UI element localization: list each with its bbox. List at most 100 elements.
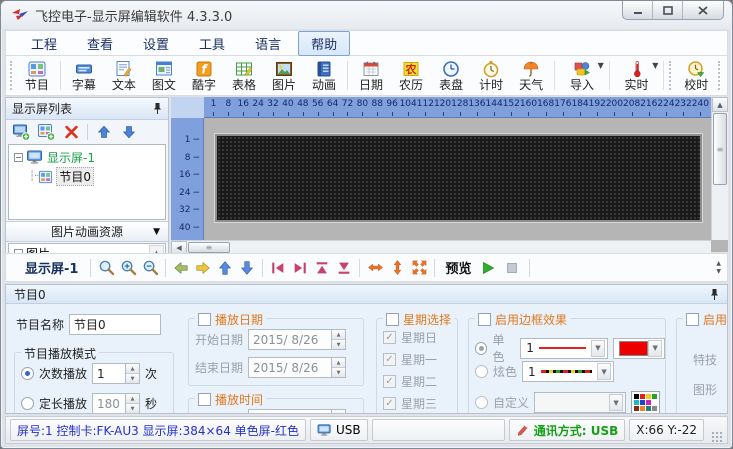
arr-right-button[interactable] [192,257,214,279]
menu-item-6[interactable]: 帮助 [298,31,350,56]
arr-down-button[interactable] [236,257,258,279]
start-time-input[interactable]: 0:00:00 [248,409,332,414]
delete-button[interactable] [60,121,82,143]
border-effect-checkbox[interactable] [478,313,491,326]
border-color-combo[interactable]: ▼ [613,338,665,359]
menu-item-3[interactable]: 设置 [130,31,182,56]
preview-label: 预览 [445,258,471,277]
add-program-button[interactable] [35,121,57,143]
play-button[interactable] [477,257,499,279]
week-day-checkbox[interactable]: ✓ [383,353,396,366]
align-left-button[interactable] [267,257,289,279]
zoom-out-button[interactable] [139,257,161,279]
toolbar-button-lunar[interactable]: 农农历 [391,57,431,94]
toolbar-button-text[interactable]: 文本 [104,57,144,94]
align-top-button[interactable] [311,257,333,279]
resources-header[interactable]: 图片动画资源 ▼ [6,221,168,242]
single-color-combo[interactable]: 1▼ [520,338,608,359]
scroll-up-icon[interactable]: ▲ [712,97,728,112]
chevron-down-icon[interactable]: ▼ [652,61,658,70]
colorful-combo[interactable]: 1▼ [522,361,614,382]
toolbar-button-timer[interactable]: 计时 [471,57,511,94]
menu-item-1[interactable]: 工程 [18,31,70,56]
title-bar[interactable]: 飞控电子-显示屏编辑软件 4.3.3.0 [1,1,732,29]
vertical-ruler: 1−8−16−24−32−40− [171,118,204,240]
count-input[interactable]: 1 [92,363,126,384]
end-date-input[interactable]: 2015/ 8/26 [248,357,332,378]
pin-icon[interactable] [710,288,719,301]
arr-up-button[interactable] [214,257,236,279]
toolbar-button-animation[interactable]: 动画 [304,57,344,94]
display-canvas[interactable] [204,118,711,240]
menu-item-2[interactable]: 查看 [74,31,126,56]
count-play-label: 次数播放 [39,365,87,382]
led-display-preview[interactable] [215,134,702,222]
week-day-checkbox[interactable]: ✓ [383,375,396,388]
maximize-button[interactable] [653,1,683,19]
zoom-fit-button[interactable] [95,257,117,279]
play-date-checkbox[interactable] [198,313,211,326]
horizontal-scrollbar[interactable]: ◀ ≡ [171,240,711,254]
move-down-button[interactable] [118,121,140,143]
fixed-spinner[interactable]: ▲▼ [126,393,140,414]
border-effect-title: 启用边框效果 [495,311,567,328]
toolbar-button-realtime[interactable]: 实时▼ [613,57,661,94]
week-select-checkbox[interactable] [386,313,399,326]
horizontal-scroll-thumb[interactable]: ≡ [188,242,230,253]
toolbar-button-date[interactable]: 日期 [351,57,391,94]
play-mode-title: 节目播放模式 [21,345,99,362]
tree-item-screen[interactable]: − 显示屏-1 [11,148,163,167]
lunar-icon: 农 [402,60,420,78]
color-palette-button[interactable] [631,391,660,414]
corner-checkbox[interactable] [686,313,699,326]
st-v-button[interactable] [386,257,408,279]
zoom-in-button[interactable] [117,257,139,279]
program-name-input[interactable]: 节目0 [69,314,161,335]
toolbar-button-subtitle[interactable]: 字幕 [64,57,104,94]
week-day-checkbox[interactable]: ✓ [383,331,396,344]
align-right-button[interactable] [289,257,311,279]
vertical-scrollbar[interactable]: ▲ ≡ [711,97,728,240]
realtime-icon [628,60,646,78]
fixed-play-radio[interactable] [21,397,34,410]
week-day-checkbox[interactable]: ✓ [383,397,396,410]
count-play-radio[interactable] [21,367,34,380]
add-screen-button[interactable] [10,121,32,143]
colorful-radio[interactable] [475,365,488,378]
toolbar-button-dial[interactable]: 表盘 [431,57,471,94]
toolbar-button-richtext[interactable]: 图文 [144,57,184,94]
single-color-radio[interactable] [475,342,487,355]
st-all-button[interactable] [408,257,430,279]
main-toolbar: 节目字幕文本图文f酷字表格图片动画日期农农历表盘计时天气导入▼实时▼ 校时 [5,56,728,96]
arr-left-button[interactable] [170,257,192,279]
border-effect-group: 启用边框效果 单色 1▼ ▼ 炫色 1▼ 自定义 ▼ [468,318,666,414]
vertical-scroll-thumb[interactable]: ≡ [713,113,727,185]
align-bottom-button[interactable] [333,257,355,279]
menu-item-4[interactable]: 工具 [186,31,238,56]
count-spinner[interactable]: ▲▼ [126,363,140,384]
toolbar-button-timesync[interactable]: 校时 [676,57,716,94]
tree-expander-icon[interactable]: − [14,153,23,162]
custom-radio[interactable] [475,396,488,409]
minimize-button[interactable] [623,1,653,19]
toolbar-button-table[interactable]: 表格 [224,57,264,94]
toolbar-button-program[interactable]: 节目 [17,57,57,94]
close-button[interactable] [683,1,723,19]
resize-grip[interactable] [710,430,723,443]
toolbar-overflow-spinner[interactable]: ▲▼ [716,260,723,275]
toolbar-button-weather[interactable]: 天气 [511,57,551,94]
custom-combo[interactable]: ▼ [534,392,626,413]
menu-item-5[interactable]: 语言 [242,31,294,56]
toolbar-button-picture[interactable]: 图片 [264,57,304,94]
toolbar-button-cooltext[interactable]: f酷字 [184,57,224,94]
st-h-button[interactable] [364,257,386,279]
fixed-input[interactable]: 180 [92,393,126,414]
toolbar-button-import[interactable]: 导入▼ [558,57,606,94]
start-date-input[interactable]: 2015/ 8/26 [248,329,332,350]
chevron-down-icon[interactable]: ▼ [598,61,604,70]
pin-icon[interactable] [153,102,162,115]
stop-button[interactable] [501,257,523,279]
tree-item-program[interactable]: ┆·· 节目0 [11,167,163,186]
move-up-button[interactable] [93,121,115,143]
play-time-checkbox[interactable] [198,393,211,406]
